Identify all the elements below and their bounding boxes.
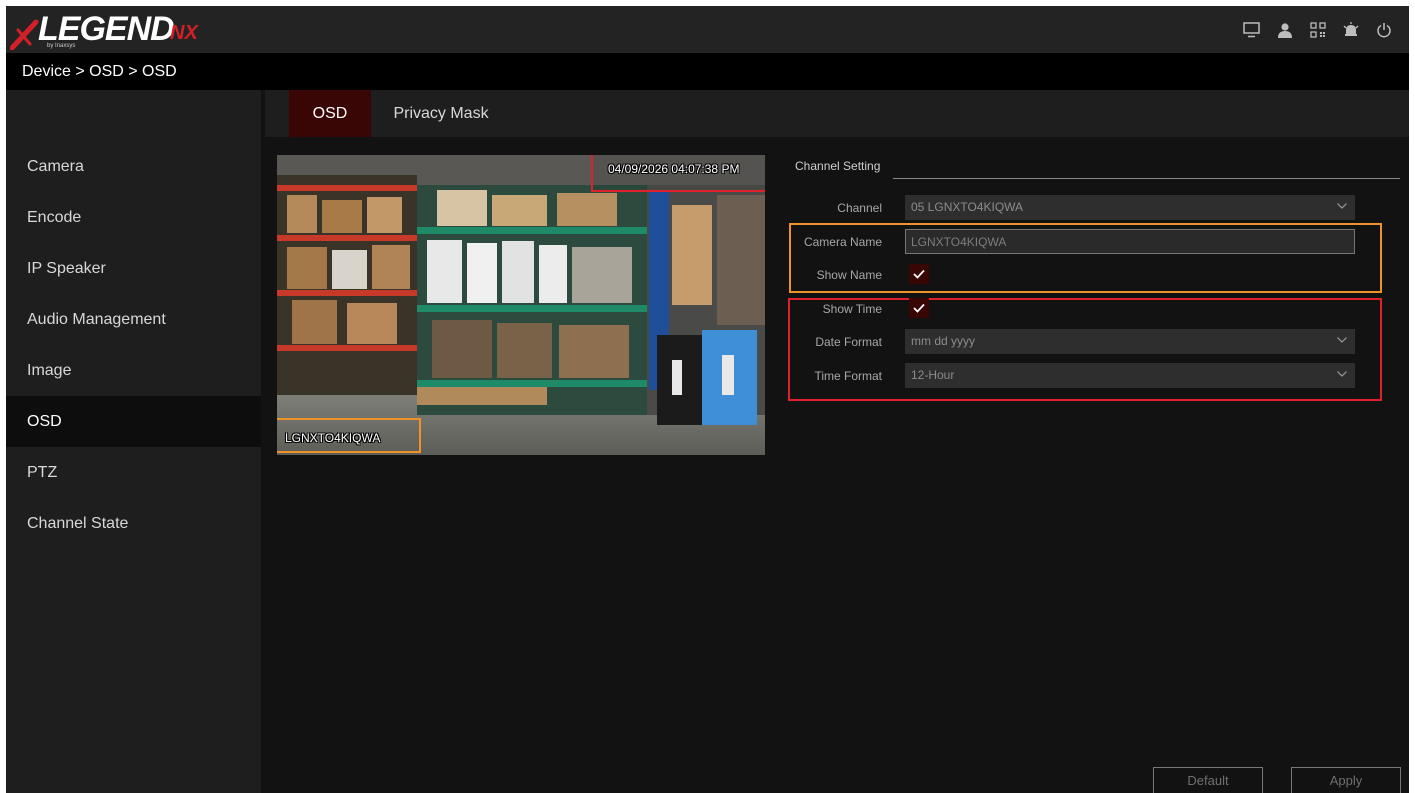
date-format-label: Date Format bbox=[815, 335, 882, 349]
sidebar-item-audio-management[interactable]: Audio Management bbox=[6, 294, 261, 345]
monitor-icon[interactable] bbox=[1242, 21, 1261, 40]
sidebar-item-image[interactable]: Image bbox=[6, 345, 261, 396]
sidebar-item-ptz[interactable]: PTZ bbox=[6, 447, 261, 498]
sidebar-item-channel-state[interactable]: Channel State bbox=[6, 498, 261, 549]
top-icon-group bbox=[1242, 20, 1393, 40]
checkmark-icon bbox=[913, 303, 925, 313]
checkmark-icon bbox=[913, 269, 925, 279]
brand-suffix: NX bbox=[170, 22, 198, 44]
user-icon[interactable] bbox=[1275, 21, 1294, 40]
camera-preview[interactable]: 04/09/2026 04:07:38 PM LGNXTO4KIQWA bbox=[277, 155, 765, 455]
channel-select-value: 05 LGNXTO4KIQWA bbox=[911, 200, 1024, 214]
sidebar-item-encode[interactable]: Encode bbox=[6, 192, 261, 243]
sidebar-item-camera[interactable]: Camera bbox=[6, 141, 261, 192]
tab-osd[interactable]: OSD bbox=[289, 90, 371, 137]
chevron-down-icon bbox=[1337, 203, 1347, 209]
timestamp-overlay: 04/09/2026 04:07:38 PM bbox=[608, 162, 740, 176]
top-bar: LEGEND NX by Inaxsys bbox=[6, 6, 1409, 53]
show-name-label: Show Name bbox=[816, 268, 882, 282]
content-area: OSD Privacy Mask 04/09/2026 04:07:38 PM … bbox=[265, 90, 1409, 793]
default-button[interactable]: Default bbox=[1153, 767, 1263, 793]
show-time-checkbox[interactable] bbox=[909, 298, 929, 318]
show-name-checkbox[interactable] bbox=[909, 264, 929, 284]
camera-name-overlay: LGNXTO4KIQWA bbox=[285, 431, 381, 445]
channel-setting-title: Channel Setting bbox=[795, 159, 881, 173]
sidebar-item-osd[interactable]: OSD bbox=[6, 396, 261, 447]
warehouse-scene-image bbox=[277, 155, 765, 455]
tab-privacy-mask[interactable]: Privacy Mask bbox=[385, 90, 497, 137]
time-format-label: Time Format bbox=[814, 369, 882, 383]
qr-code-icon[interactable] bbox=[1308, 21, 1327, 40]
time-format-value: 12-Hour bbox=[911, 368, 955, 382]
chevron-down-icon bbox=[1337, 371, 1347, 377]
alarm-bell-icon[interactable] bbox=[1341, 21, 1360, 40]
camera-name-field[interactable] bbox=[905, 229, 1355, 254]
channel-label: Channel bbox=[837, 201, 882, 215]
channel-setting-panel: Channel Setting Channel 05 LGNXTO4KIQWA … bbox=[785, 150, 1400, 410]
sidebar: Camera Encode IP Speaker Audio Managemen… bbox=[6, 90, 261, 793]
date-format-select[interactable]: mm dd yyyy bbox=[905, 329, 1355, 354]
date-format-value: mm dd yyyy bbox=[911, 334, 976, 348]
channel-select[interactable]: 05 LGNXTO4KIQWA bbox=[905, 195, 1355, 220]
logo-x-icon bbox=[10, 19, 39, 50]
time-format-select[interactable]: 12-Hour bbox=[905, 363, 1355, 388]
breadcrumb: Device > OSD > OSD bbox=[6, 53, 1409, 90]
apply-button[interactable]: Apply bbox=[1291, 767, 1401, 793]
section-divider bbox=[893, 178, 1400, 179]
legend-nx-logo: LEGEND NX by Inaxsys bbox=[10, 10, 220, 50]
camera-name-label: Camera Name bbox=[803, 235, 882, 249]
tab-bar: OSD Privacy Mask bbox=[265, 90, 1409, 137]
power-icon[interactable] bbox=[1374, 21, 1393, 40]
sidebar-item-ip-speaker[interactable]: IP Speaker bbox=[6, 243, 261, 294]
app-window: LEGEND NX by Inaxsys Device > OSD > OSD bbox=[6, 6, 1409, 793]
show-time-label: Show Time bbox=[822, 302, 882, 316]
chevron-down-icon bbox=[1337, 337, 1347, 343]
brand-tagline: by Inaxsys bbox=[47, 43, 76, 49]
